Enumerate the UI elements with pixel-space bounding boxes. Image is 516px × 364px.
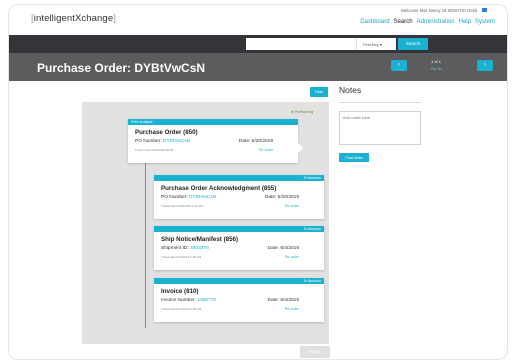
nav-search[interactable]: Search — [394, 19, 413, 25]
notes-textarea[interactable] — [339, 111, 421, 145]
search-scope-label: Find Key — [363, 42, 379, 47]
return-button[interactable]: Return — [300, 346, 330, 358]
card-timestamp: Transmitted 5/20/2019 1:24 PM — [161, 204, 203, 208]
search-scope-select[interactable]: Find Key ▾ — [356, 38, 396, 50]
search-bar: Find Key ▾ Search — [9, 35, 507, 53]
card-number-link[interactable]: 2369778 — [197, 298, 216, 303]
status-dot-icon: ● — [291, 109, 294, 114]
card-title: Purchase Order (850) — [135, 129, 198, 136]
app-window: [intelligentXchange] Welcome Max Nancy 1… — [8, 4, 508, 360]
card-title: Purchase Order Acknowledgment (855) — [161, 185, 277, 192]
card-number-label: PO Number: — [161, 195, 188, 200]
nav-administration[interactable]: Administration — [417, 19, 455, 25]
top-header: [intelligentXchange] Welcome Max Nancy 1… — [9, 5, 507, 35]
card-title: Invoice (810) — [161, 288, 199, 295]
card-number-link[interactable]: 4853378 — [190, 246, 209, 251]
card-number-label: Invoice Number: — [161, 298, 196, 303]
nav-help[interactable]: Help — [459, 19, 471, 25]
card-number-link[interactable]: DYBtVwCsN — [189, 195, 216, 200]
card-number-link[interactable]: DYBtVwCsN — [163, 139, 190, 144]
page-title: Purchase Order: DYBtVwCsN — [37, 61, 206, 75]
logo[interactable]: [intelligentXchange] — [31, 13, 116, 24]
card-timestamp: Transmitted 6/4/2019 9:18 AM — [161, 255, 202, 259]
search-input[interactable] — [246, 38, 356, 50]
next-page-button[interactable]: › — [477, 60, 493, 71]
hide-button[interactable]: Hide — [310, 87, 328, 97]
user-icon[interactable] — [482, 8, 487, 12]
prev-page-button[interactable]: ‹ — [391, 60, 407, 71]
post-note-button[interactable]: Post Note — [339, 153, 369, 162]
card-action-link[interactable]: Re-order — [285, 307, 299, 311]
notes-heading: Notes — [339, 85, 362, 95]
chevron-right-icon: › — [484, 62, 486, 68]
card-number-label: Shipment ID: — [161, 246, 189, 251]
arrow-right-icon — [298, 143, 303, 153]
nav-system[interactable]: System — [475, 19, 495, 25]
search-button[interactable]: Search — [398, 38, 428, 50]
nav-dashboard[interactable]: Dashboard — [360, 19, 389, 25]
card-date: Date: 6/4/2019 — [267, 298, 299, 303]
document-card[interactable]: Print Analysis Purchase Order (850) PO N… — [128, 119, 303, 163]
flow-connector — [145, 162, 146, 178]
goto-link[interactable]: Go To — [431, 66, 442, 71]
card-title: Ship Notice/Manifest (856) — [161, 236, 239, 243]
card-timestamp: Transmitted 5/20/2019 09:00 — [135, 148, 174, 152]
card-action-link[interactable]: Re-order — [259, 148, 273, 152]
document-card[interactable]: To Amazon Purchase Order Acknowledgment … — [154, 175, 324, 219]
card-timestamp: Transmitted 6/4/2019 9:18 AM — [161, 307, 202, 311]
status-badge: ● Preflowing — [291, 109, 314, 114]
chevron-left-icon: ‹ — [398, 62, 400, 68]
main-nav: Dashboard Search Administration Help Sys… — [360, 19, 495, 25]
flow-connector — [145, 178, 146, 328]
card-number-label: PO Number: — [135, 139, 162, 144]
divider — [339, 102, 421, 103]
card-date: Date: 5/20/2019 — [264, 195, 299, 200]
card-date: Date: 6/4/2019 — [267, 246, 299, 251]
chevron-down-icon: ▾ — [379, 42, 382, 47]
document-card[interactable]: To Amazon Invoice (810) Invoice Number: … — [154, 278, 324, 322]
card-action-link[interactable]: Re-order — [285, 204, 299, 208]
welcome-text: Welcome Max Nancy 16 SEMATIO Debit — [401, 8, 477, 13]
card-action-link[interactable]: Re-order — [285, 255, 299, 259]
card-date: Date: 5/20/2019 — [238, 139, 273, 144]
document-card[interactable]: To Amazon Ship Notice/Manifest (856) Shi… — [154, 226, 324, 270]
title-bar: Purchase Order: DYBtVwCsN ‹ 1 of 1 Go To… — [9, 53, 507, 81]
page-count: 1 of 1 — [431, 59, 442, 64]
